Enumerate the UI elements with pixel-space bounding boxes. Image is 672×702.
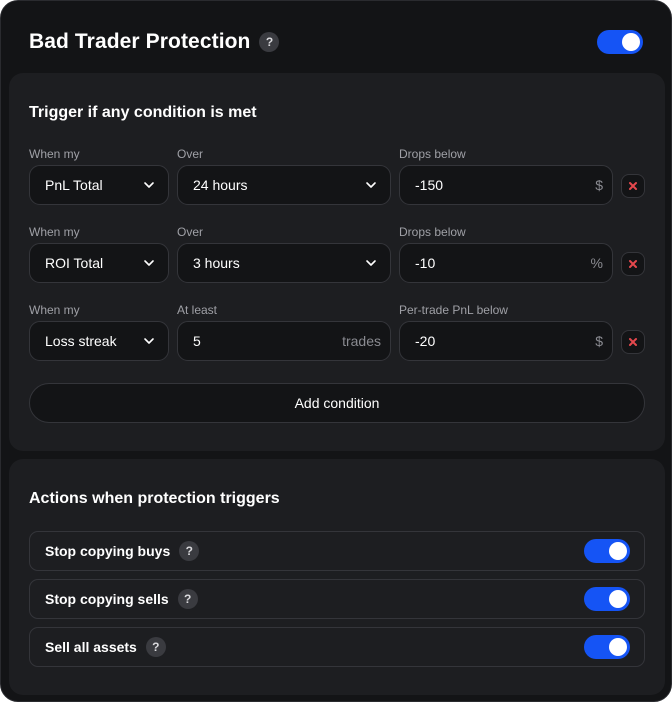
help-icon[interactable]: ? — [177, 589, 198, 609]
chevron-down-icon — [366, 260, 376, 266]
protection-actions-card: Actions when protection triggers Stop co… — [9, 459, 665, 695]
trigger-section-title: Trigger if any condition is met — [29, 104, 257, 121]
metric-value: ROI Total — [45, 255, 104, 271]
threshold-label: Drops below — [399, 225, 466, 239]
remove-condition-button[interactable] — [621, 174, 645, 198]
action-sell-all-assets: Sell all assets ? — [29, 627, 645, 667]
toggle-knob — [609, 590, 627, 608]
condition-row: When my Over Drops below ROI Total 3 hou… — [29, 225, 653, 287]
action-stop-copying-sells: Stop copying sells ? — [29, 579, 645, 619]
trigger-conditions-card: Trigger if any condition is met When my … — [9, 73, 665, 451]
add-condition-button[interactable]: Add condition — [29, 383, 645, 423]
chevron-down-icon — [144, 338, 154, 344]
threshold-value: -10 — [415, 255, 436, 271]
period-select[interactable]: 3 hours — [177, 243, 391, 283]
threshold-unit: $ — [595, 333, 603, 349]
bad-trader-protection-panel: Bad Trader Protection ? Trigger if any c… — [0, 0, 672, 702]
period-select[interactable]: 24 hours — [177, 165, 391, 205]
metric-label: When my — [29, 225, 80, 239]
threshold-unit: % — [590, 255, 603, 271]
period-label: Over — [177, 225, 204, 239]
stop-copying-sells-toggle[interactable] — [584, 587, 630, 611]
metric-label: When my — [29, 303, 80, 317]
action-label: Sell all assets — [45, 639, 137, 655]
condition-row: When my Over Drops below PnL Total 24 ho… — [29, 147, 653, 209]
metric-label: When my — [29, 147, 80, 161]
count-unit: trades — [342, 333, 381, 349]
threshold-unit: $ — [595, 177, 603, 193]
stop-copying-buys-toggle[interactable] — [584, 539, 630, 563]
toggle-knob — [609, 542, 627, 560]
action-stop-copying-buys: Stop copying buys ? — [29, 531, 645, 571]
threshold-input[interactable]: -150 $ — [399, 165, 613, 205]
metric-value: Loss streak — [45, 333, 117, 349]
count-label: At least — [177, 303, 218, 317]
metric-select[interactable]: PnL Total — [29, 165, 169, 205]
threshold-value: -20 — [415, 333, 436, 349]
metric-select[interactable]: ROI Total — [29, 243, 169, 283]
action-label: Stop copying sells — [45, 591, 169, 607]
period-label: Over — [177, 147, 204, 161]
metric-select[interactable]: Loss streak — [29, 321, 169, 361]
threshold-label: Drops below — [399, 147, 466, 161]
chevron-down-icon — [144, 260, 154, 266]
close-icon — [629, 182, 637, 190]
period-value: 24 hours — [193, 177, 248, 193]
count-value: 5 — [193, 333, 201, 349]
protection-toggle[interactable] — [597, 30, 643, 54]
panel-header: Bad Trader Protection ? — [29, 27, 643, 57]
metric-value: PnL Total — [45, 177, 103, 193]
actions-section-title: Actions when protection triggers — [29, 490, 280, 507]
chevron-down-icon — [366, 182, 376, 188]
help-icon[interactable]: ? — [145, 637, 166, 657]
threshold-input[interactable]: -10 % — [399, 243, 613, 283]
threshold-value: -150 — [415, 177, 444, 193]
panel-title: Bad Trader Protection — [29, 30, 251, 53]
count-input[interactable]: 5 trades — [177, 321, 391, 361]
help-icon[interactable]: ? — [179, 541, 200, 561]
chevron-down-icon — [144, 182, 154, 188]
threshold-label: Per-trade PnL below — [399, 303, 508, 317]
period-value: 3 hours — [193, 255, 240, 271]
toggle-knob — [609, 638, 627, 656]
condition-row: When my At least Per-trade PnL below Los… — [29, 303, 653, 365]
sell-all-assets-toggle[interactable] — [584, 635, 630, 659]
remove-condition-button[interactable] — [621, 330, 645, 354]
remove-condition-button[interactable] — [621, 252, 645, 276]
help-icon[interactable]: ? — [259, 32, 280, 52]
toggle-knob — [622, 33, 640, 51]
close-icon — [629, 260, 637, 268]
close-icon — [629, 338, 637, 346]
action-label: Stop copying buys — [45, 543, 171, 559]
threshold-input[interactable]: -20 $ — [399, 321, 613, 361]
